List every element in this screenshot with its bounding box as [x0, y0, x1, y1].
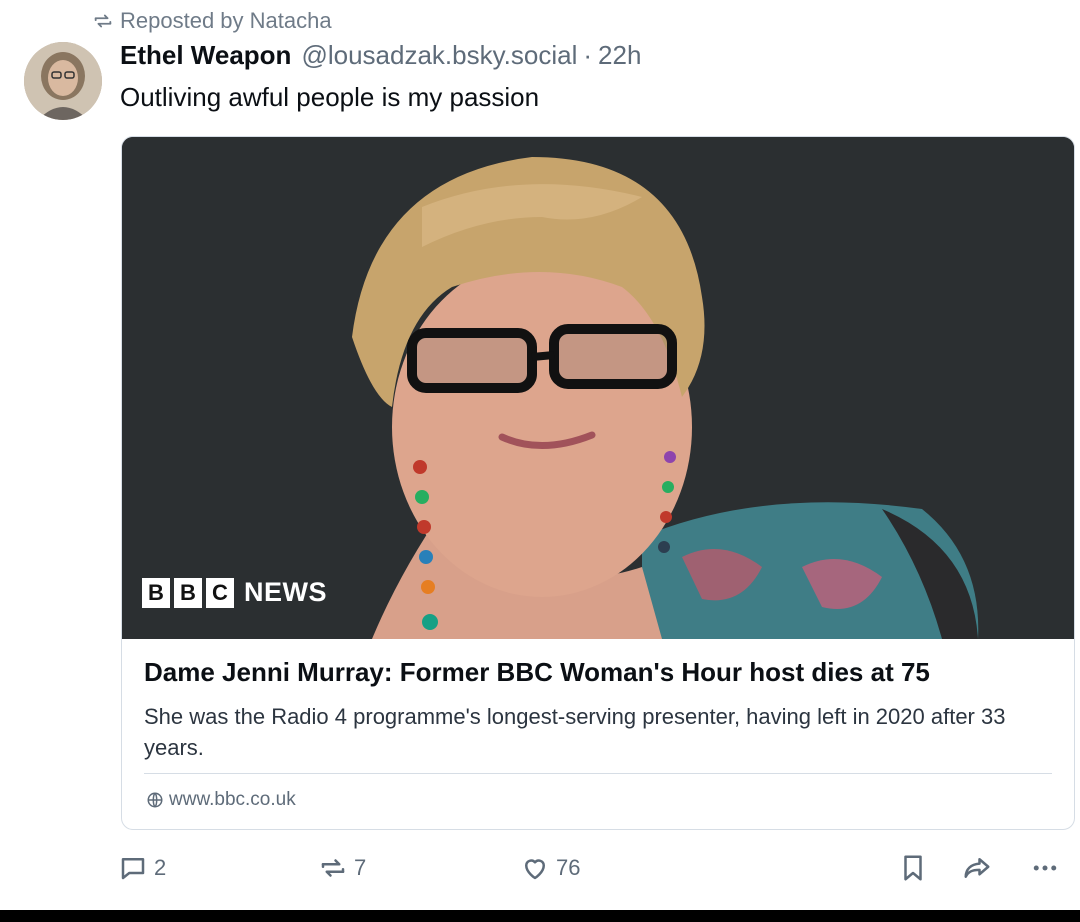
author-name[interactable]: Ethel Weapon — [120, 40, 291, 71]
bbc-news-logo: B B C NEWS — [142, 577, 327, 608]
bbc-logo-box: B — [174, 577, 202, 608]
header-separator: · — [583, 40, 593, 70]
share-icon — [964, 858, 990, 878]
repost-label: Reposted by Natacha — [120, 8, 332, 33]
avatar[interactable] — [24, 42, 102, 120]
feed-post[interactable]: Reposted by Natacha Ethel Weapon @lousad… — [0, 0, 1080, 910]
post-text: Outliving awful people is my passion — [120, 82, 540, 112]
post-actions: 2 7 76 — [0, 846, 1080, 890]
link-card-domain-text: www.bbc.co.uk — [169, 789, 296, 810]
globe-icon — [147, 792, 163, 808]
like-button[interactable]: 76 — [520, 846, 580, 890]
like-count: 76 — [556, 855, 581, 880]
avatar-image — [24, 42, 102, 120]
portrait-photo — [122, 137, 1074, 639]
share-button[interactable] — [962, 846, 992, 890]
bbc-logo-box: B — [142, 577, 170, 608]
author-handle[interactable]: @lousadzak.bsky.social — [301, 40, 577, 71]
repost-indicator[interactable]: Reposted by Natacha — [92, 7, 332, 35]
repost-icon — [321, 859, 345, 877]
heart-icon — [525, 859, 545, 880]
link-card[interactable]: B B C NEWS Dame Jenni Murray: Former BBC… — [121, 136, 1075, 830]
link-card-description: She was the Radio 4 programme's longest-… — [144, 704, 1006, 760]
reply-icon — [121, 858, 145, 880]
repost-count: 7 — [354, 855, 367, 880]
bbc-logo-word: NEWS — [244, 577, 327, 607]
repost-icon — [94, 14, 112, 28]
link-card-image: B B C NEWS — [122, 137, 1074, 639]
reply-count: 2 — [154, 855, 167, 880]
more-icon — [1033, 865, 1057, 871]
link-card-domain: www.bbc.co.uk — [146, 787, 296, 813]
more-button[interactable] — [1030, 846, 1060, 890]
post-timestamp[interactable]: 22h — [598, 40, 641, 71]
link-card-title: Dame Jenni Murray: Former BBC Woman's Ho… — [144, 657, 930, 687]
repost-button[interactable]: 7 — [318, 846, 366, 890]
reply-button[interactable]: 2 — [118, 846, 166, 890]
bottom-border — [0, 910, 1080, 922]
bbc-logo-box: C — [206, 577, 234, 608]
bookmark-icon — [904, 855, 922, 881]
post-header: Ethel Weapon @lousadzak.bsky.social · 22… — [120, 40, 641, 76]
bookmark-button[interactable] — [898, 846, 928, 890]
link-card-divider — [144, 773, 1052, 774]
